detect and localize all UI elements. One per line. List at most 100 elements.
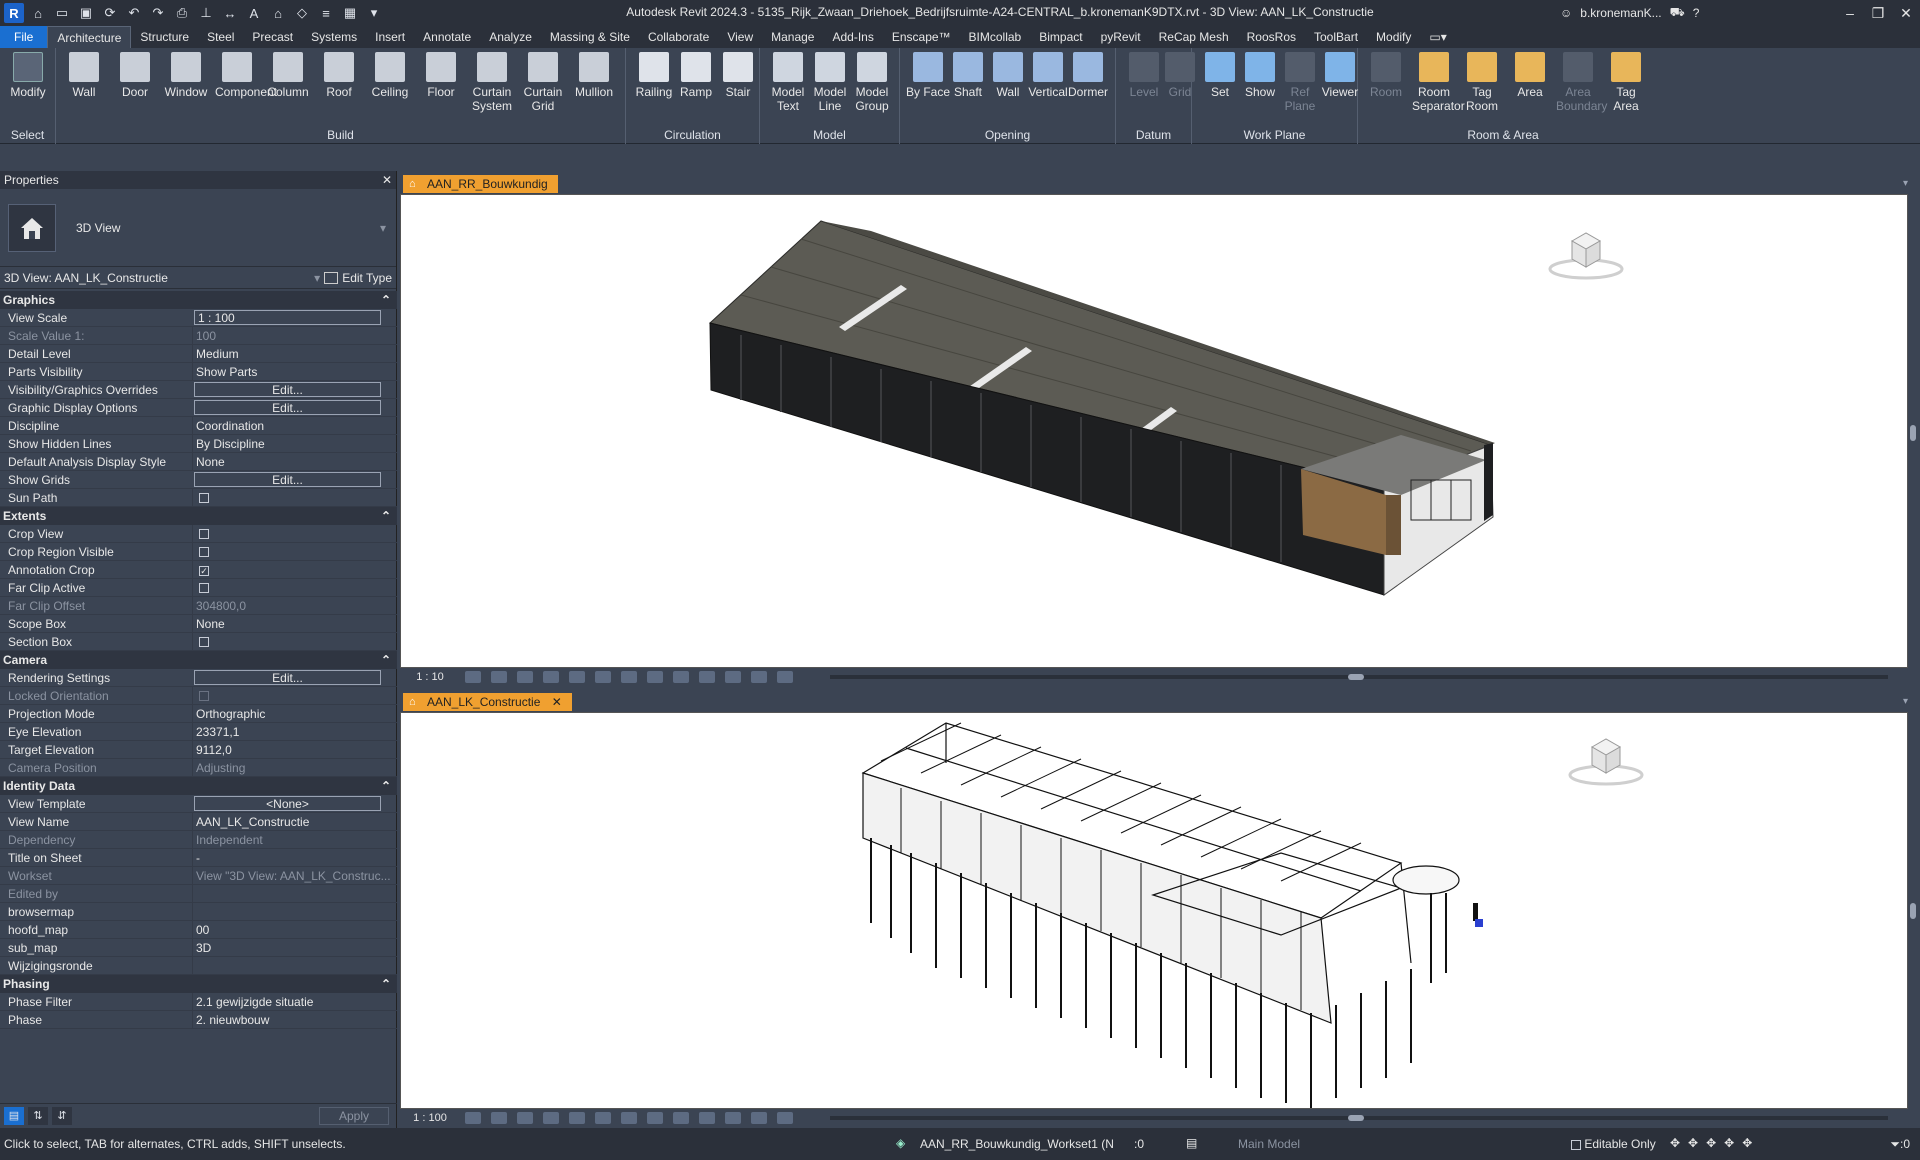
section-graphics[interactable]: Graphics ⌃ bbox=[0, 291, 397, 309]
opening-shaft-button[interactable]: Shaft bbox=[946, 52, 990, 99]
property-value[interactable]: Orthographic bbox=[192, 705, 397, 722]
property-value[interactable]: Edit... bbox=[194, 670, 381, 685]
view-tab-top[interactable]: ⌂ AAN_RR_Bouwkundig bbox=[403, 175, 558, 193]
temp-hide-icon[interactable] bbox=[673, 671, 689, 683]
property-value[interactable]: 2.1 gewijzigde situatie bbox=[192, 993, 397, 1010]
switch-windows-icon[interactable]: ▦ bbox=[340, 4, 360, 22]
edit-type-button[interactable]: Edit Type bbox=[342, 271, 392, 285]
detail-level-icon[interactable] bbox=[465, 671, 481, 683]
open-icon[interactable]: ▭ bbox=[52, 4, 72, 22]
property-checkbox[interactable] bbox=[199, 493, 209, 503]
ribbon-tab-collaborate[interactable]: Collaborate bbox=[639, 26, 718, 48]
property-value[interactable]: AAN_LK_Constructie bbox=[192, 813, 397, 830]
property-value[interactable]: None bbox=[192, 453, 397, 470]
ribbon-tab-roosros[interactable]: RoosRos bbox=[1238, 26, 1305, 48]
property-value[interactable]: 00 bbox=[192, 921, 397, 938]
ribbon-tab-add-ins[interactable]: Add-Ins bbox=[823, 26, 882, 48]
property-value[interactable] bbox=[192, 543, 397, 560]
detail-level-icon-b[interactable] bbox=[465, 1112, 481, 1124]
section-phasing[interactable]: Phasing ⌃ bbox=[0, 975, 397, 993]
roomarea-tag-room-button[interactable]: Tag Room bbox=[1460, 52, 1504, 113]
collapse-icon[interactable]: ⌃ bbox=[381, 975, 391, 993]
ribbon-tab-massing-site[interactable]: Massing & Site bbox=[541, 26, 639, 48]
redo-icon[interactable]: ↷ bbox=[148, 4, 168, 22]
ribbon-tab-bimcollab[interactable]: BIMcollab bbox=[960, 26, 1031, 48]
reveal-hidden-icon[interactable] bbox=[699, 671, 715, 683]
close-view-icon[interactable]: ✕ bbox=[552, 695, 562, 709]
sort-alpha-desc-icon[interactable]: ⇵ bbox=[52, 1107, 72, 1125]
build-curtain-system-button[interactable]: Curtain System bbox=[470, 52, 514, 113]
worksharing-display-icon[interactable] bbox=[725, 671, 741, 683]
collapse-icon[interactable]: ⌃ bbox=[381, 291, 391, 309]
crop-view-icon-b[interactable] bbox=[595, 1112, 611, 1124]
property-value[interactable]: <None> bbox=[194, 796, 381, 811]
design-option[interactable]: Main Model bbox=[1238, 1128, 1300, 1160]
minimize-icon[interactable]: – bbox=[1836, 0, 1864, 26]
customize-icon[interactable]: ▾ bbox=[364, 4, 384, 22]
view-scale-bottom[interactable]: 1 : 100 bbox=[400, 1112, 460, 1124]
property-value[interactable]: 2. nieuwbouw bbox=[192, 1011, 397, 1028]
user-name[interactable]: b.kronemanK... bbox=[1580, 6, 1661, 20]
opening-by-face-button[interactable]: By Face bbox=[906, 52, 950, 99]
unlocked-view-icon-b[interactable] bbox=[647, 1112, 663, 1124]
property-checkbox[interactable] bbox=[199, 637, 209, 647]
default-3d-icon[interactable]: ⌂ bbox=[268, 4, 288, 22]
vscroll-thumb-top[interactable] bbox=[1910, 425, 1916, 441]
build-door-button[interactable]: Door bbox=[113, 52, 157, 99]
property-value[interactable]: Coordination bbox=[192, 417, 397, 434]
property-value[interactable]: 3D bbox=[192, 939, 397, 956]
crop-view-icon[interactable] bbox=[595, 671, 611, 683]
property-value[interactable]: By Discipline bbox=[192, 435, 397, 452]
ribbon-tab-file[interactable]: File bbox=[0, 26, 48, 48]
property-value[interactable]: ✓ bbox=[192, 561, 397, 578]
property-value[interactable]: Medium bbox=[192, 345, 397, 362]
property-value[interactable]: None bbox=[192, 615, 397, 632]
section-icon[interactable]: ◇ bbox=[292, 4, 312, 22]
ribbon-tab-recap-mesh[interactable]: ReCap Mesh bbox=[1150, 26, 1238, 48]
ribbon-tab-annotate[interactable]: Annotate bbox=[414, 26, 480, 48]
property-value[interactable]: - bbox=[192, 849, 397, 866]
build-wall-button[interactable]: Wall bbox=[62, 52, 106, 99]
sort-categorized-icon[interactable]: ▤ bbox=[4, 1107, 24, 1125]
ribbon-tab-toolbart[interactable]: ToolBart bbox=[1305, 26, 1367, 48]
ribbon-tab-bimpact[interactable]: Bimpact bbox=[1030, 26, 1091, 48]
collapse-icon[interactable]: ⌃ bbox=[381, 777, 391, 795]
save-icon[interactable]: ▣ bbox=[76, 4, 96, 22]
revit-logo-icon[interactable]: R bbox=[4, 3, 24, 23]
temp-hide-icon-b[interactable] bbox=[673, 1112, 689, 1124]
section-camera[interactable]: Camera ⌃ bbox=[0, 651, 397, 669]
type-dropdown-icon[interactable]: ▾ bbox=[380, 221, 386, 235]
property-value[interactable]: Show Parts bbox=[192, 363, 397, 380]
shadows-icon[interactable] bbox=[543, 671, 559, 683]
view-scale-top[interactable]: 1 : 10 bbox=[400, 671, 460, 683]
roomarea-area-button[interactable]: Area bbox=[1508, 52, 1552, 99]
property-value[interactable] bbox=[192, 579, 397, 596]
workplane-set-button[interactable]: Set bbox=[1198, 52, 1242, 99]
property-checkbox[interactable] bbox=[199, 583, 209, 593]
collapse-icon[interactable]: ⌃ bbox=[381, 651, 391, 669]
roomarea-area-boundary-button[interactable]: Area Boundary bbox=[1556, 52, 1607, 113]
model-model-group-button[interactable]: Model Group bbox=[850, 52, 894, 113]
property-value[interactable] bbox=[192, 903, 397, 920]
type-selector[interactable]: 3D View ▾ bbox=[0, 189, 396, 267]
build-curtain-grid-button[interactable]: Curtain Grid bbox=[521, 52, 565, 113]
ribbon-tab-analyze[interactable]: Analyze bbox=[480, 26, 541, 48]
select-group-label[interactable]: Select bbox=[0, 128, 55, 142]
circulation-railing-button[interactable]: Railing bbox=[632, 52, 676, 99]
ribbon-tab-enscape-[interactable]: Enscape™ bbox=[883, 26, 960, 48]
editable-only-checkbox[interactable]: Editable Only bbox=[1568, 1128, 1656, 1160]
temp-view-props-icon[interactable] bbox=[751, 671, 767, 683]
thin-lines-icon[interactable]: ≡ bbox=[316, 4, 336, 22]
user-icon[interactable]: ☺ bbox=[1560, 6, 1572, 20]
dimension-icon[interactable]: ↔ bbox=[220, 4, 240, 22]
property-checkbox[interactable] bbox=[199, 529, 209, 539]
property-value[interactable]: Edit... bbox=[194, 472, 381, 487]
build-floor-button[interactable]: Floor bbox=[419, 52, 463, 99]
property-value[interactable]: 23371,1 bbox=[192, 723, 397, 740]
scroll-thumb-top[interactable] bbox=[1348, 674, 1364, 680]
vertical-scrollbar-bottom[interactable] bbox=[1908, 693, 1918, 1127]
view-tab-bottom[interactable]: ⌂ AAN_LK_Constructie ✕ bbox=[403, 693, 572, 711]
help-icon[interactable]: ? bbox=[1693, 6, 1700, 20]
rendering-icon[interactable] bbox=[569, 671, 585, 683]
shadows-icon-b[interactable] bbox=[543, 1112, 559, 1124]
